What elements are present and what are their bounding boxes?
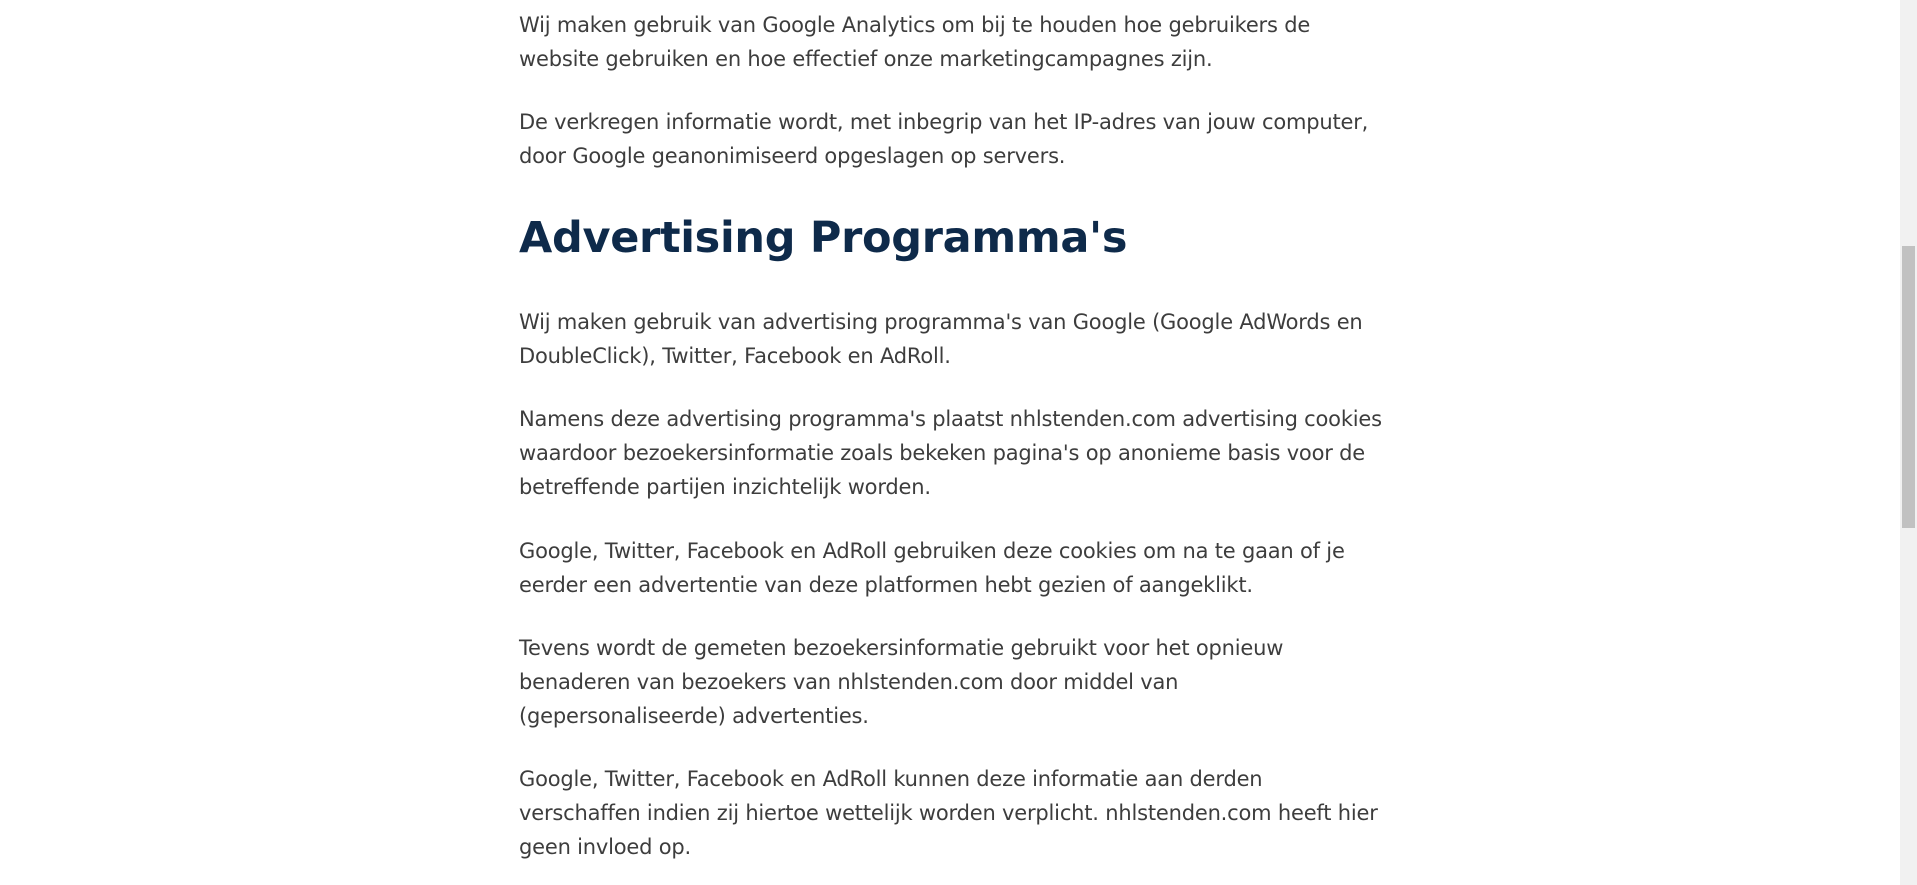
section-heading: Advertising Programma's	[519, 213, 1128, 263]
scrollbar-thumb[interactable]	[1902, 246, 1915, 528]
paragraph-cookie-usage: Google, Twitter, Facebook en AdRoll gebr…	[519, 539, 1345, 597]
paragraph-ip-address: De verkregen informatie wordt, met inbeg…	[519, 110, 1369, 168]
paragraph-advertising-cookies: Namens deze advertising programma's plaa…	[519, 407, 1382, 499]
paragraph-advertising-programs: Wij maken gebruik van advertising progra…	[519, 310, 1363, 368]
vertical-scrollbar[interactable]	[1900, 0, 1917, 885]
paragraph-retargeting: Tevens wordt de gemeten bezoekersinforma…	[519, 636, 1284, 728]
paragraph-third-parties: Google, Twitter, Facebook en AdRoll kunn…	[519, 767, 1378, 859]
paragraph-analytics: Wij maken gebruik van Google Analytics o…	[519, 13, 1311, 71]
